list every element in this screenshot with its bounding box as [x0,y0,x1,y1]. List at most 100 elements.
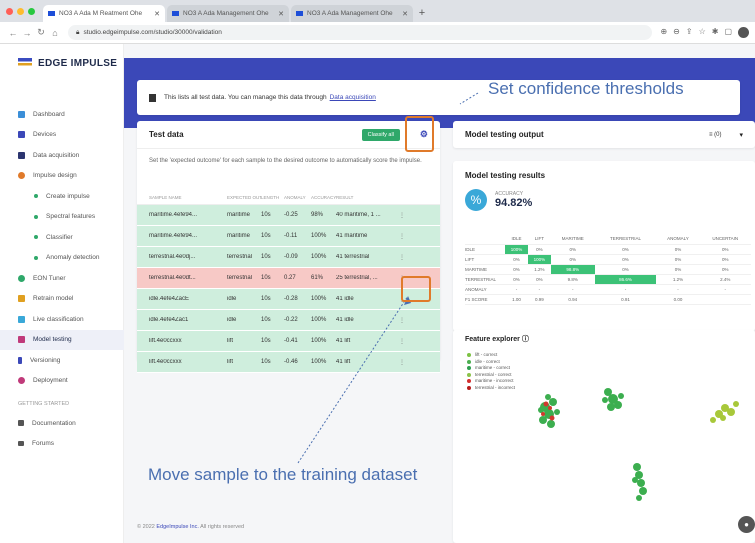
reload-icon[interactable]: ↻ [34,27,48,38]
table-row[interactable]: maritime.4efe94... maritime 10s -0.11 100% 41… [137,226,440,247]
browser-tab[interactable]: NO3 A Ada Management Ohe ✕ [291,5,413,22]
browser-tab[interactable]: NO3 A Ada M Reatment Ohe ✕ [43,5,165,22]
table-row[interactable]: lift.4e0ccxxx lift 10s -0.41 100% 41 lift ⋮ [137,331,440,352]
rights-text: All rights reserved [200,524,245,530]
sidebar-item-retrain-model[interactable]: Retrain model [0,289,124,310]
table-row[interactable]: maritime.4efe94... maritime 10s -0.25 98% 40 … [137,205,440,226]
matrix-cell: - [527,284,551,295]
row-menu-icon[interactable]: ⋮ [394,212,410,219]
matrix-cell: 0% [505,274,528,285]
table-cell-accuracy: 98% [311,212,324,218]
home-icon[interactable]: ⌂ [48,28,62,38]
matrix-cell: 86.6% [594,274,657,285]
matrix-header-cell: UNCERTAIN [699,234,751,245]
edge-impulse-logo[interactable]: EDGE IMPULSE [0,44,123,82]
table-row[interactable]: idle.4efe4ZacE idle 10s -0.28 100% 41 idle ⋮ [137,289,440,310]
sidebar-item-impulse-design[interactable]: Impulse design [0,166,124,187]
sidebar-item-spectral-features[interactable]: Spectral features [0,207,124,228]
new-tab-button[interactable]: + [415,5,429,22]
sidebar-item-deployment[interactable]: Deployment [0,371,124,392]
sidebar-item-create-impulse[interactable]: Create impulse [0,186,124,207]
table-row[interactable]: terrestrial.4e0dt... terrestrial 10s 0.27 61… [137,268,440,289]
column-header[interactable]: EXPECTED OUTCOME [227,195,261,200]
row-menu-icon[interactable]: ⋮ [394,233,410,240]
browser-tab[interactable]: NO3 A Ada Management Ohe ✕ [167,5,289,22]
table-row[interactable]: terrestrial.4e0dj... terrestrial 10s -0.09 1… [137,247,440,268]
model-output-header: Model testing output ≡ (0) ▾ [453,121,755,148]
row-menu-icon[interactable]: ⋮ [394,254,410,261]
table-cell-length: 10s [261,233,271,239]
column-header[interactable]: ACCURACY [311,195,336,200]
table-cell-name: maritime.4efe94... [149,233,198,239]
results-title: Model testing results [465,170,546,180]
data-acquisition-link[interactable]: Data acquisition [330,94,376,101]
matrix-row: ANOMALY - - - - - - [465,284,751,295]
close-tab-icon[interactable]: ✕ [154,10,160,18]
notice-text: This lists all test data. You can manage… [164,94,327,101]
sidepanel-icon[interactable]: ▢ [724,27,732,38]
matrix-cell: 0% [656,264,700,275]
test-data-description: Set the 'expected outcome' for each samp… [149,158,422,164]
sidebar-item-classifier[interactable]: Classifier [0,227,124,248]
forward-icon[interactable]: → [20,28,34,38]
back-icon[interactable]: ← [6,28,20,38]
sidebar-item-model-testing[interactable]: Model testing [0,329,124,350]
row-menu-icon[interactable]: ⋮ [394,359,410,366]
bookmark-star-icon[interactable]: ☆ [699,27,706,38]
sidebar-item-label: Documentation [32,419,76,427]
column-header[interactable]: LENGTH [261,195,284,200]
maximize-window-icon[interactable] [28,7,35,15]
classify-all-button[interactable]: Classify all [361,128,400,141]
share-icon[interactable]: ⇪ [686,27,693,38]
close-window-icon[interactable] [6,7,13,15]
sidebar-item-label: Dashboard [33,110,65,118]
favicon-icon [296,11,303,16]
sidebar-item-eon-tuner[interactable]: EON Tuner [0,268,124,289]
help-icon[interactable]: ⓘ [522,336,529,343]
chevron-down-icon[interactable]: ▾ [739,131,743,139]
table-cell-result: 41 terrestrial [336,254,370,260]
edge-impulse-link[interactable]: EdgeImpulse Inc. [156,524,199,530]
profile-avatar[interactable] [738,27,749,38]
sidebar-item-label: Forums [32,440,55,448]
logo-icon [18,58,32,68]
matrix-header-cell: TERRESTRIAL [594,234,657,245]
matrix-cell: IDLE [465,244,505,255]
sidebar-item-data-acquisition[interactable]: Data acquisition [0,145,124,166]
matrix-cell [699,294,751,305]
table-cell-result: 25 terrestrial, ... [336,275,378,281]
column-header[interactable]: SAMPLE NAME [149,195,227,200]
extensions-icon[interactable]: ✱ [712,27,719,38]
sidebar-item-documentation[interactable]: Documentation [0,413,124,434]
sidebar-item-forums[interactable]: Forums [0,434,124,455]
sidebar-item-dashboard[interactable]: Dashboard [0,104,124,125]
test-data-title: Test data [149,130,184,139]
lock-icon: 🔒︎ [76,28,80,36]
dashboard-icon [18,110,25,118]
minimize-window-icon[interactable] [17,7,24,15]
table-cell-name: terrestrial.4e0dt... [149,275,196,281]
row-menu-icon[interactable]: ⋮ [394,317,410,324]
table-cell-name: lift.4e0ccxxx [149,359,182,365]
table-row[interactable]: lift.4e0ccxxx lift 10s -0.46 100% 41 lift ⋮ [137,352,440,373]
close-tab-icon[interactable]: ✕ [402,10,408,18]
feature-scatter-plot[interactable] [453,352,755,542]
sidebar-item-live-classification[interactable]: Live classification [0,309,124,330]
chat-help-button[interactable]: ● [738,516,755,533]
sidebar-item-versioning[interactable]: Versioning [0,350,124,371]
tab-title: NO3 A Ada Management Ohe [307,10,393,17]
column-header[interactable]: RESULT [336,195,394,200]
url-field[interactable]: 🔒︎ studio.edgeimpulse.com/studio/30000/va… [68,25,653,40]
matrix-cell: 0% [550,244,595,255]
zoom-icon[interactable]: ⊕ [660,27,667,38]
matrix-row: TERRESTRIAL 0% 0% 9.8% 86.6% 1.2% 2.4% [465,274,751,285]
row-menu-icon[interactable]: ⋮ [394,338,410,345]
bullet-icon [34,255,38,260]
close-tab-icon[interactable]: ✕ [278,10,284,18]
column-header[interactable]: ANOMALY [284,195,311,200]
output-selector[interactable]: ≡ (0) [709,132,722,138]
table-row[interactable]: idle.4efe4Zac1 idle 10s -0.22 100% 41 idle ⋮ [137,310,440,331]
sidebar-item-anomaly-detection[interactable]: Anomaly detection [0,248,124,269]
translate-icon[interactable]: ⊖ [673,27,680,38]
sidebar-item-devices[interactable]: Devices [0,125,124,146]
